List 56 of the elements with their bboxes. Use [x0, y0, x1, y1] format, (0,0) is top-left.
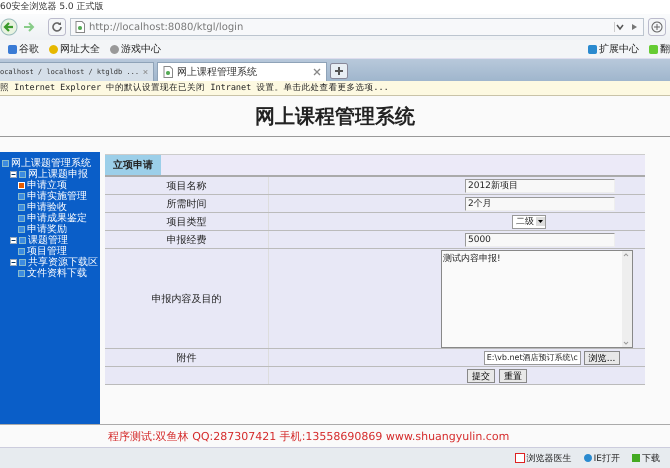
tree-item[interactable]: 网上课题申报 — [28, 169, 88, 180]
input-field[interactable]: 2012新项目 — [465, 178, 615, 192]
tree-item[interactable]: 申请奖励 — [27, 224, 67, 235]
back-icon[interactable] — [0, 18, 18, 36]
input-field[interactable]: 5000 — [465, 232, 615, 246]
address-bar[interactable]: http://localhost:8080/ktgl/login — [70, 18, 644, 36]
bookmark[interactable]: 扩展中心 — [588, 42, 639, 56]
tree-item[interactable]: 申请成果鉴定 — [27, 213, 87, 224]
add-icon[interactable] — [648, 18, 666, 36]
field-label: 申报经费 — [166, 234, 206, 246]
close-icon[interactable] — [313, 68, 321, 76]
file-field[interactable]: E:\vb.net酒店预订系统\c — [484, 350, 581, 364]
input-field[interactable]: 2个月 — [465, 196, 615, 210]
form-button[interactable]: 重置 — [499, 368, 527, 382]
tree-item[interactable]: 文件资料下载 — [27, 268, 87, 279]
info-bar[interactable]: 照 Internet Explorer 中的默认设置现在已关闭 Intranet 设置。单击此处查看更多选项... — [0, 81, 670, 96]
field-label: 申报内容及目的 — [152, 292, 222, 306]
collapse-icon[interactable] — [10, 171, 17, 178]
new-tab-icon[interactable] — [330, 63, 348, 79]
form-button[interactable]: 提交 — [467, 368, 495, 382]
tree-item[interactable]: 课题管理 — [28, 235, 68, 246]
form-heading[interactable]: 立项申请 — [105, 155, 161, 175]
field-label: 所需时间 — [166, 198, 206, 210]
field-label: 项目类型 — [166, 216, 206, 228]
tree-item[interactable]: 申请验收 — [27, 202, 67, 213]
browser-tab[interactable]: 网上课程管理系统 — [157, 62, 327, 81]
page-icon — [75, 21, 85, 33]
status-item[interactable]: IE打开 — [584, 452, 620, 464]
refresh-icon[interactable] — [48, 18, 66, 36]
bookmark[interactable]: 谷歌 — [8, 42, 39, 56]
type-select[interactable]: 二级 — [512, 214, 546, 228]
tree-item[interactable]: 网上课题管理系统 — [11, 158, 91, 169]
dropdown-icon — [536, 217, 545, 226]
bookmark[interactable]: 翻 — [649, 42, 670, 56]
browse-button[interactable]: 浏览... — [584, 350, 620, 364]
bookmark[interactable]: 游戏中心 — [110, 42, 161, 56]
field-label: 项目名称 — [166, 180, 206, 192]
window-title: 60安全浏览器 5.0 正式版 — [0, 0, 104, 14]
dropdown-icon[interactable] — [614, 22, 625, 32]
tree-item[interactable]: 项目管理 — [27, 246, 67, 257]
text-area[interactable]: 测试内容申报! — [441, 250, 633, 348]
field-label: 附件 — [176, 352, 196, 364]
page-title: 网上课程管理系统 — [255, 102, 415, 130]
status-item[interactable]: 下载 — [632, 452, 660, 464]
collapse-icon[interactable] — [10, 237, 17, 244]
tree-item[interactable]: 申请实施管理 — [27, 191, 87, 202]
bookmark[interactable]: 网址大全 — [49, 42, 100, 56]
status-item[interactable]: 浏览器医生 — [514, 452, 572, 464]
page-icon — [163, 66, 173, 78]
close-icon[interactable] — [143, 68, 148, 76]
footer-text: 程序测试:双鱼林 QQ:287307421 手机:13558690869 www.shuangyulin.com — [108, 428, 510, 444]
tree-item[interactable]: 申请立项 — [27, 180, 67, 191]
collapse-icon[interactable] — [10, 259, 17, 266]
play-icon[interactable] — [629, 22, 639, 32]
scroll-up-icon[interactable] — [622, 250, 630, 258]
tree-item[interactable]: 共享资源下载区 — [28, 257, 98, 268]
